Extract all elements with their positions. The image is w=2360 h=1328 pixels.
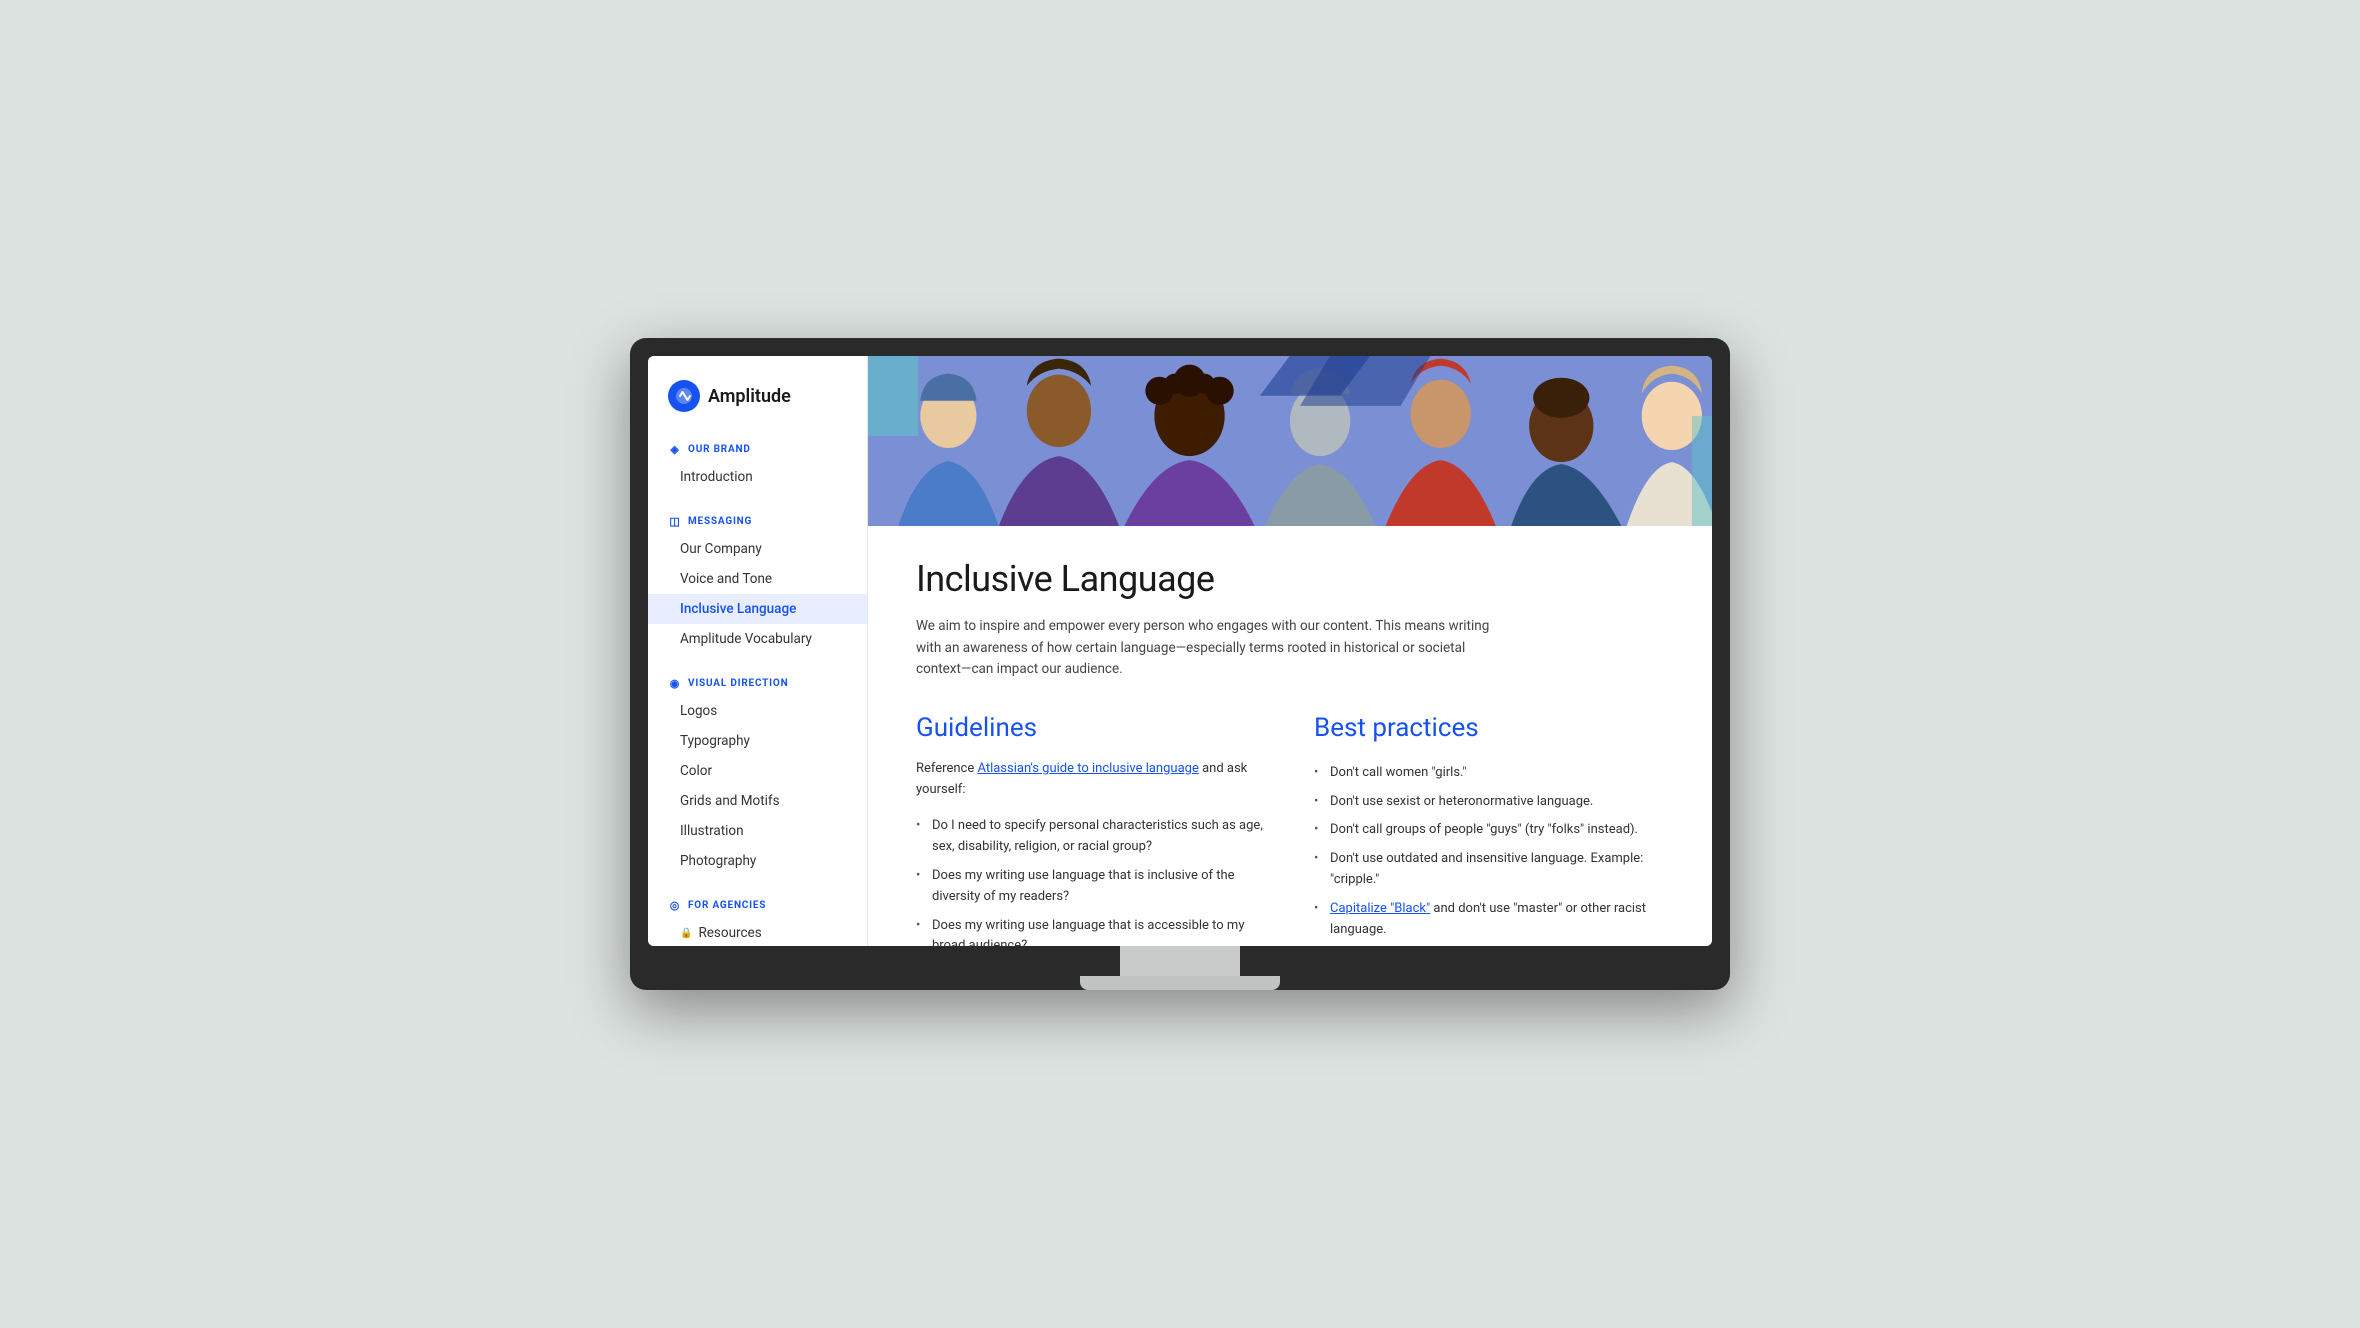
guidelines-intro: Reference Atlassian's guide to inclusive… <box>916 759 1266 801</box>
guidelines-section: Guidelines Reference Atlassian's guide t… <box>916 713 1266 946</box>
messaging-icon: ◫ <box>668 514 682 528</box>
guidelines-list: Do I need to specify personal characteri… <box>916 812 1266 946</box>
best-practices-list: Don't call women "girls." Don't use sexi… <box>1314 759 1664 946</box>
hero-illustration <box>868 356 1712 526</box>
stand-base <box>1080 976 1280 990</box>
nav-item-typography[interactable]: Typography <box>648 726 867 756</box>
guidelines-heading: Guidelines <box>916 713 1266 743</box>
nav-item-introduction[interactable]: Introduction <box>648 462 867 492</box>
lock-icon: 🔒 <box>680 928 692 939</box>
nav-section-messaging: ◫ MESSAGING Our Company Voice and Tone I… <box>648 508 867 654</box>
capitalize-black-link[interactable]: Capitalize "Black" <box>1330 901 1430 916</box>
nav-item-illustration[interactable]: Illustration <box>648 816 867 846</box>
nav-item-inclusive-language[interactable]: Inclusive Language <box>648 594 867 624</box>
best-practices-section: Best practices Don't call women "girls."… <box>1314 713 1664 946</box>
stand-neck <box>1120 946 1240 976</box>
best-practice-item-4: Don't use outdated and insensitive langu… <box>1314 845 1664 895</box>
nav-section-header-our-brand: ◈ OUR BRAND <box>648 436 867 462</box>
nav-item-color[interactable]: Color <box>648 756 867 786</box>
hero-banner <box>868 356 1712 526</box>
app-container: Amplitude ◈ OUR BRAND Introduction ◫ MES… <box>648 356 1712 946</box>
nav-item-resources[interactable]: 🔒 Resources <box>648 918 867 946</box>
best-practice-item-2: Don't use sexist or heteronormative lang… <box>1314 788 1664 817</box>
monitor-stand <box>648 946 1712 990</box>
nav-item-voice-and-tone[interactable]: Voice and Tone <box>648 564 867 594</box>
nav-section-header-visual: ◉ VISUAL DIRECTION <box>648 670 867 696</box>
monitor-frame: Amplitude ◈ OUR BRAND Introduction ◫ MES… <box>630 338 1730 990</box>
nav-item-our-company[interactable]: Our Company <box>648 534 867 564</box>
visual-direction-icon: ◉ <box>668 676 682 690</box>
nav-section-header-messaging: ◫ MESSAGING <box>648 508 867 534</box>
best-practices-heading: Best practices <box>1314 713 1664 743</box>
nav-section-header-agencies: ◎ FOR AGENCIES <box>648 892 867 918</box>
nav-section-our-brand: ◈ OUR BRAND Introduction <box>648 436 867 492</box>
sidebar: Amplitude ◈ OUR BRAND Introduction ◫ MES… <box>648 356 868 946</box>
content-area: Inclusive Language We aim to inspire and… <box>868 526 1712 946</box>
for-agencies-icon: ◎ <box>668 898 682 912</box>
page-intro: We aim to inspire and empower every pers… <box>916 616 1496 681</box>
guideline-item-3: Does my writing use language that is acc… <box>916 912 1266 946</box>
atlassian-guide-link[interactable]: Atlassian's guide to inclusive language <box>977 761 1198 776</box>
best-practice-item-6: Don't use violent language. Examples: "w… <box>1314 944 1664 946</box>
nav-section-visual-direction: ◉ VISUAL DIRECTION Logos Typography Colo… <box>648 670 867 876</box>
page-title: Inclusive Language <box>916 558 1664 600</box>
guideline-item-2: Does my writing use language that is inc… <box>916 862 1266 912</box>
our-brand-icon: ◈ <box>668 442 682 456</box>
screen: Amplitude ◈ OUR BRAND Introduction ◫ MES… <box>648 356 1712 946</box>
nav-item-logos[interactable]: Logos <box>648 696 867 726</box>
nav-item-photography[interactable]: Photography <box>648 846 867 876</box>
amplitude-logo-icon <box>668 380 700 412</box>
logo-area[interactable]: Amplitude <box>648 380 867 436</box>
best-practice-item-3: Don't call groups of people "guys" (try … <box>1314 816 1664 845</box>
nav-item-amplitude-vocabulary[interactable]: Amplitude Vocabulary <box>648 624 867 654</box>
app-name: Amplitude <box>708 386 791 407</box>
two-column-layout: Guidelines Reference Atlassian's guide t… <box>916 713 1664 946</box>
nav-item-grids-and-motifs[interactable]: Grids and Motifs <box>648 786 867 816</box>
nav-section-for-agencies: ◎ FOR AGENCIES 🔒 Resources <box>648 892 867 946</box>
best-practice-item-1: Don't call women "girls." <box>1314 759 1664 788</box>
main-content: Inclusive Language We aim to inspire and… <box>868 356 1712 946</box>
best-practice-item-5: Capitalize "Black" and don't use "master… <box>1314 895 1664 945</box>
guideline-item-1: Do I need to specify personal characteri… <box>916 812 1266 862</box>
